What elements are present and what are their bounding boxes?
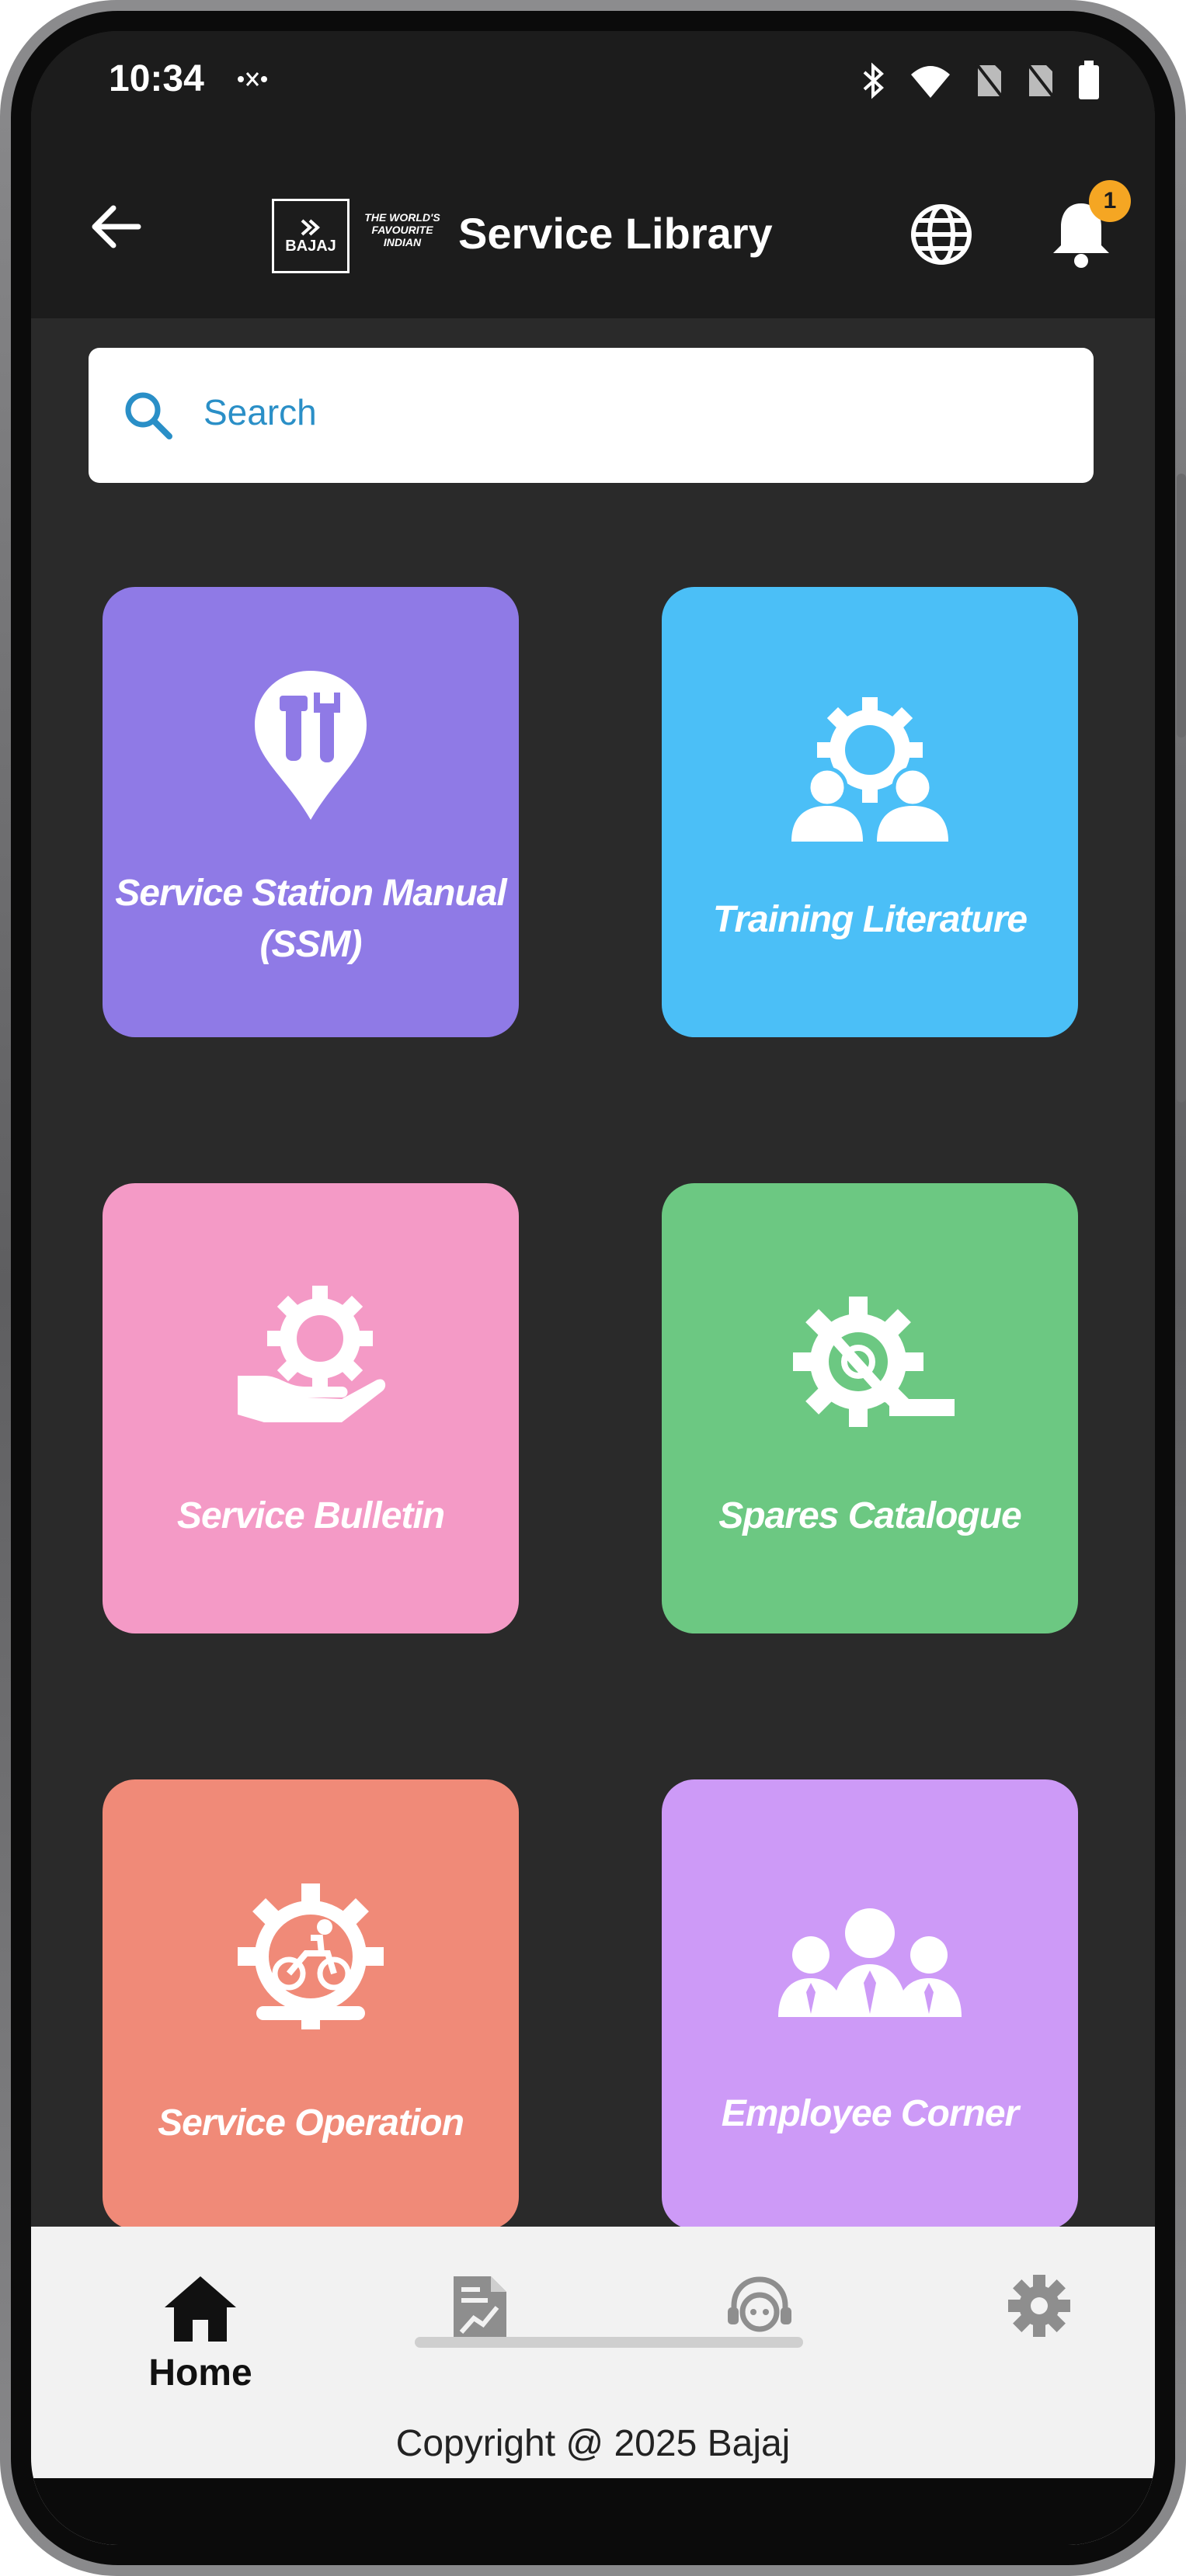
tile-label-line1: Service Station Manual — [115, 873, 507, 914]
tile-label-line2: (SSM) — [259, 924, 363, 965]
gear-people-icon — [662, 696, 1078, 843]
status-time: 10:34 — [109, 58, 204, 99]
tile-label: Service Bulletin — [176, 1495, 445, 1536]
logo-tagline: THE WORLD'S FAVOURITE INDIAN — [364, 211, 440, 248]
app-bar: BAJAJ THE WORLD'S FAVOURITE INDIAN Servi… — [31, 140, 1155, 318]
support-agent-icon — [725, 2273, 795, 2347]
gear-hand-icon — [103, 1283, 519, 1430]
notification-badge: 1 — [1089, 180, 1131, 222]
page-title: Service Library — [458, 209, 773, 258]
gear-bike-icon — [103, 1882, 519, 2037]
gesture-area — [31, 2478, 1155, 2545]
wifi-icon — [908, 62, 953, 103]
screen: 10:34 BAJAJ THE WORLD'S FAVOURITE INDIAN… — [31, 31, 1155, 2545]
tile-service-operation[interactable]: Service Operation — [103, 1779, 519, 2230]
status-icons — [860, 61, 1101, 105]
status-bar: 10:34 — [31, 31, 1155, 140]
phone-frame: 10:34 BAJAJ THE WORLD'S FAVOURITE INDIAN… — [0, 0, 1186, 2576]
tile-service-bulletin[interactable]: Service Bulletin — [103, 1183, 519, 1633]
tile-employee-corner[interactable]: Employee Corner — [662, 1779, 1078, 2230]
logo-text: BAJAJ — [285, 237, 336, 255]
bluetooth-icon — [860, 61, 886, 104]
wrench-pin-icon — [103, 668, 519, 823]
tile-label: Training Literature — [712, 899, 1028, 940]
home-icon — [162, 2273, 239, 2347]
tile-training-literature[interactable]: Training Literature — [662, 587, 1078, 1037]
nav-item-settings[interactable] — [962, 2273, 1117, 2413]
search-input[interactable]: Search — [89, 348, 1094, 483]
volume-button — [1177, 474, 1186, 738]
tile-label: Spares Catalogue — [718, 1495, 1021, 1536]
signal-glyph-icon — [235, 70, 269, 94]
bajaj-logo: BAJAJ — [272, 199, 350, 273]
no-sim-icon — [975, 62, 1004, 103]
tile-label: Service Station Manual (SSM) — [103, 868, 519, 970]
tile-spares-catalogue[interactable]: Spares Catalogue — [662, 1183, 1078, 1633]
search-icon — [121, 388, 176, 443]
search-placeholder: Search — [203, 392, 317, 432]
battery-icon — [1077, 61, 1101, 105]
gear-tool-icon — [662, 1292, 1078, 1439]
home-indicator[interactable] — [415, 2337, 803, 2348]
tile-label: Service Operation — [158, 2102, 464, 2144]
globe-icon[interactable] — [909, 202, 974, 267]
back-arrow-icon[interactable] — [85, 196, 148, 258]
nav-label-home: Home — [148, 2352, 252, 2394]
tile-label: Employee Corner — [721, 2093, 1019, 2134]
settings-icon — [1007, 2273, 1072, 2342]
power-button — [1177, 932, 1186, 1102]
nav-item-home[interactable]: Home — [123, 2273, 278, 2413]
copyright-text: Copyright @ 2025 Bajaj — [395, 2423, 791, 2464]
tile-service-station-manual[interactable]: Service Station Manual (SSM) — [103, 587, 519, 1037]
employees-icon — [662, 1908, 1078, 2017]
no-sim-icon — [1026, 62, 1056, 103]
